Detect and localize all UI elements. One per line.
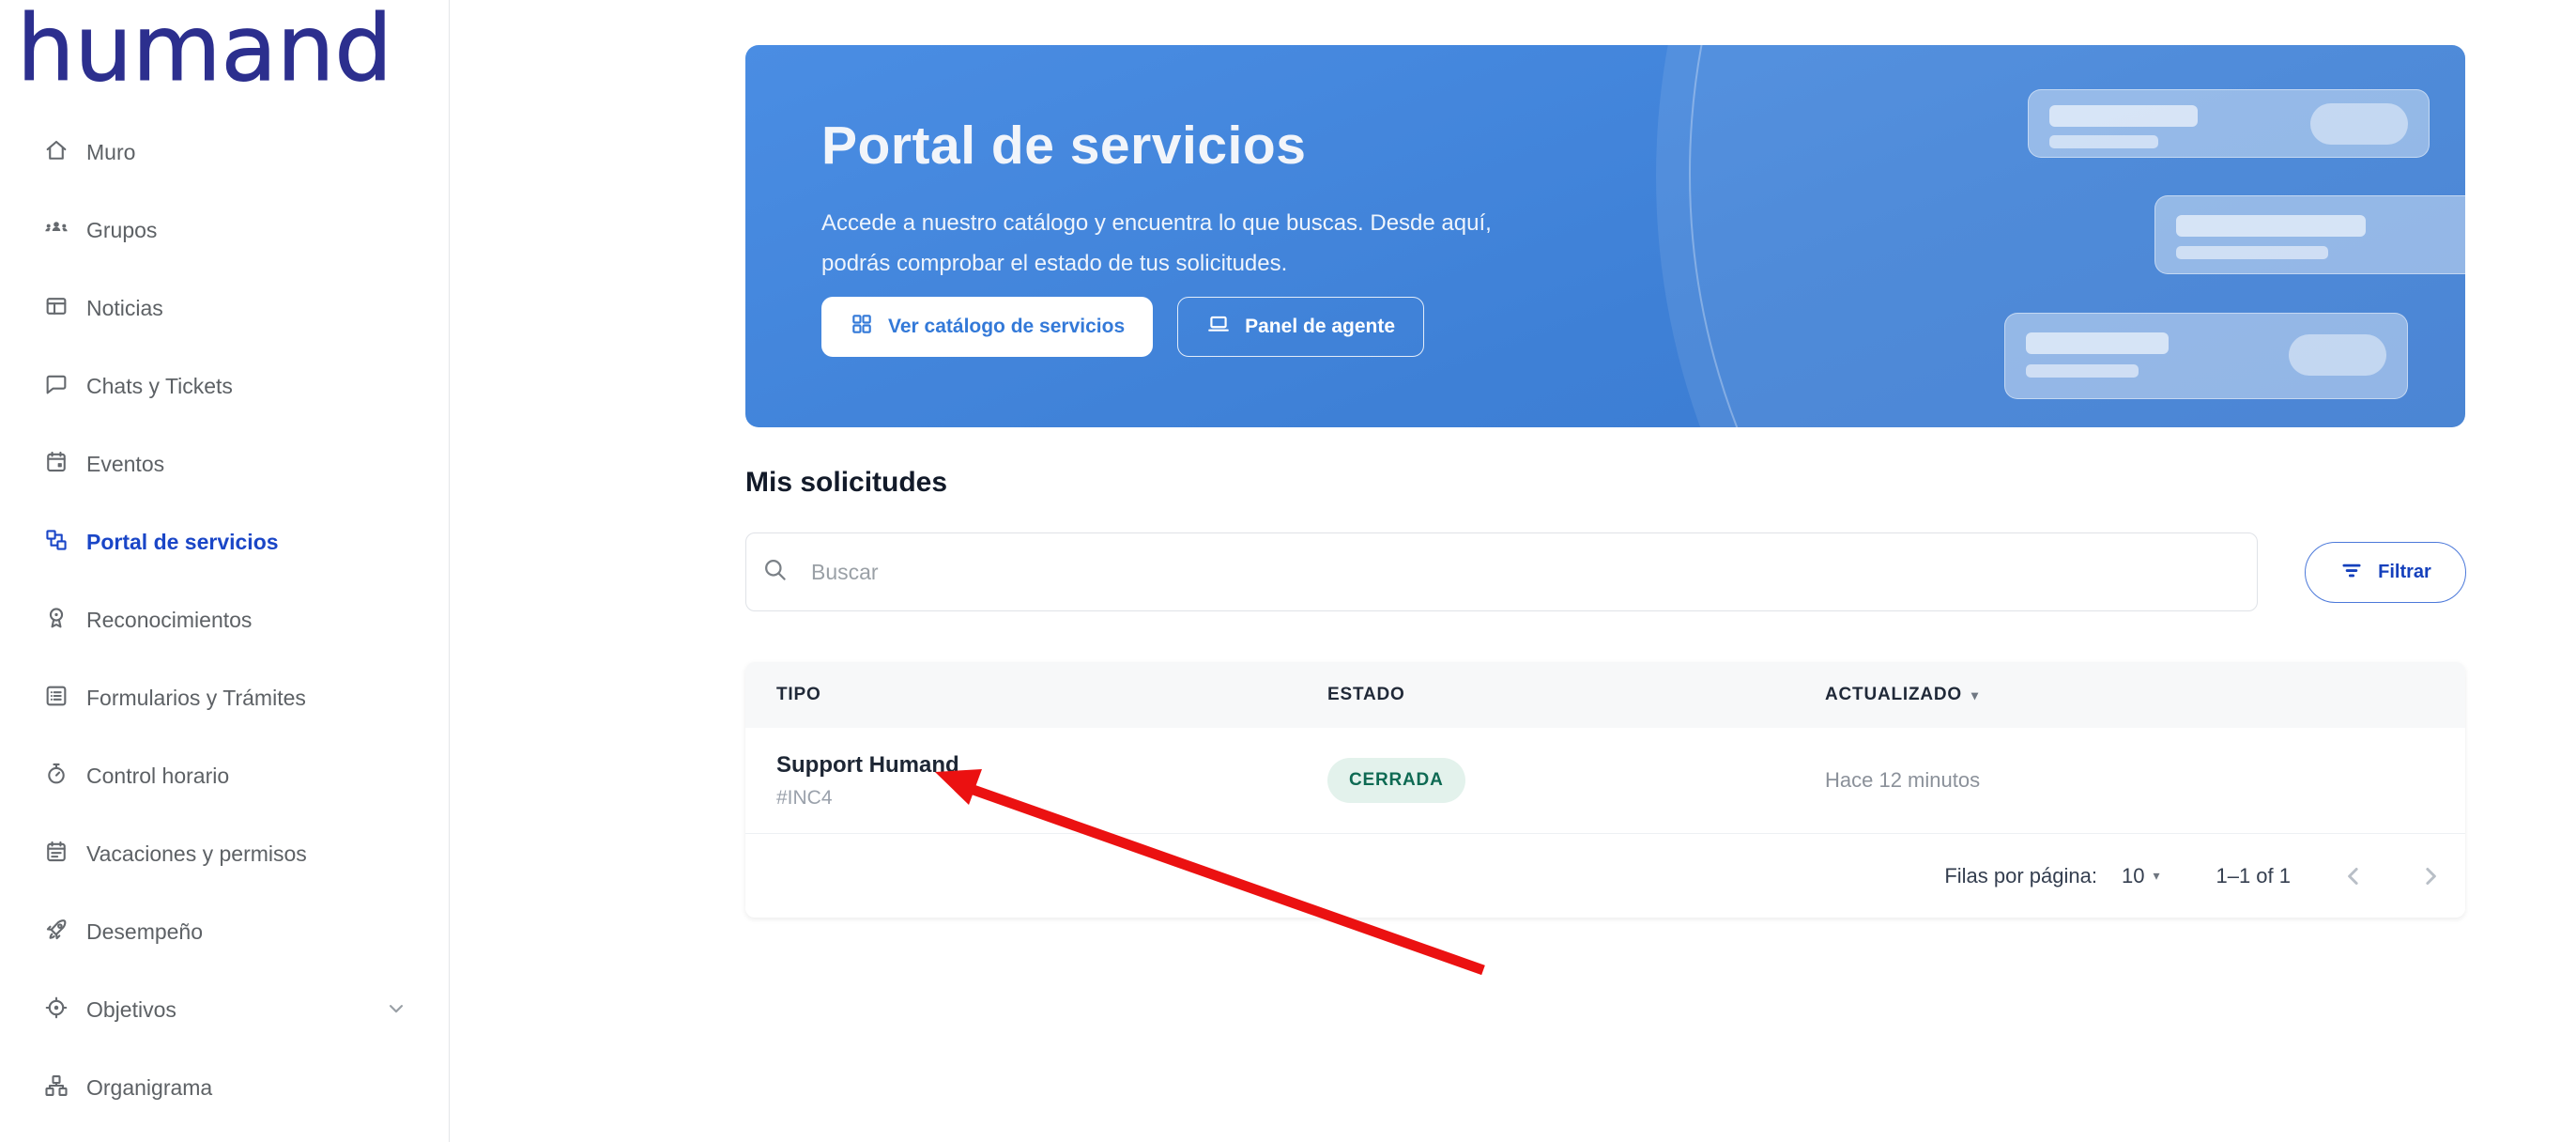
sidebar-item-grupos[interactable]: Grupos — [0, 192, 450, 270]
home-icon — [43, 137, 69, 168]
sidebar-item-formularios-tramites[interactable]: Formularios y Trámites — [0, 659, 450, 737]
search-input[interactable]: Buscar — [745, 532, 2258, 611]
sidebar-item-control-horario[interactable]: Control horario — [0, 737, 450, 815]
laptop-icon — [1206, 312, 1231, 342]
filter-button[interactable]: Filtrar — [2305, 542, 2466, 603]
stopwatch-icon — [43, 761, 69, 792]
banner-subtitle: Accede a nuestro catálogo y encuentra lo… — [821, 203, 1741, 284]
sidebar-item-eventos[interactable]: Eventos — [0, 425, 450, 503]
service-portal-icon — [43, 527, 69, 558]
target-icon — [43, 995, 69, 1026]
form-list-icon — [43, 683, 69, 714]
rows-per-page-label: Filas por página: — [1944, 864, 2097, 888]
dropdown-arrow-icon: ▾ — [2153, 868, 2159, 884]
previous-page-button[interactable] — [2339, 862, 2368, 890]
sidebar-item-objetivos[interactable]: Objetivos — [0, 971, 450, 1049]
chat-icon — [43, 371, 69, 402]
sidebar-nav: Muro Grupos Noticias Chats y Tickets Eve — [0, 114, 450, 1127]
chevron-down-icon[interactable] — [384, 995, 408, 1025]
table-header: TIPO ESTADO ACTUALIZADO ▾ — [745, 662, 2465, 728]
sidebar-item-organigrama[interactable]: Organigrama — [0, 1049, 450, 1127]
banner-skeleton-card — [2154, 195, 2465, 274]
updated-time: Hace 12 minutos — [1825, 768, 1980, 792]
sidebar: humand Muro Grupos Noticias Chats y Tick… — [0, 0, 450, 1142]
view-catalog-button[interactable]: Ver catálogo de servicios — [821, 297, 1153, 357]
agent-panel-button[interactable]: Panel de agente — [1177, 297, 1424, 357]
newspaper-icon — [43, 293, 69, 324]
pagination-range: 1–1 of 1 — [2216, 864, 2291, 888]
sidebar-item-noticias[interactable]: Noticias — [0, 270, 450, 347]
medal-icon — [43, 605, 69, 636]
skeleton-bar — [2176, 215, 2366, 237]
next-page-button[interactable] — [2416, 862, 2445, 890]
sidebar-item-muro[interactable]: Muro — [0, 114, 450, 192]
calendar-lines-icon — [43, 839, 69, 870]
humand-logo: humand — [17, 6, 392, 92]
sidebar-item-vacaciones-permisos[interactable]: Vacaciones y permisos — [0, 815, 450, 893]
status-badge: CERRADA — [1327, 758, 1465, 803]
org-chart-icon — [43, 1073, 69, 1103]
column-header-estado: ESTADO — [1327, 685, 1825, 705]
rows-per-page-select[interactable]: 10 ▾ — [2122, 864, 2160, 888]
skeleton-bar — [2176, 246, 2328, 259]
groups-icon — [43, 215, 69, 246]
banner-title: Portal de servicios — [821, 116, 2465, 175]
sidebar-item-desempeno[interactable]: Desempeño — [0, 893, 450, 971]
rocket-icon — [43, 917, 69, 948]
filter-icon — [2339, 558, 2364, 588]
skeleton-bar — [2026, 364, 2139, 378]
sort-descending-icon[interactable]: ▾ — [1971, 687, 1979, 703]
my-requests-heading: Mis solicitudes — [745, 467, 947, 499]
search-icon — [762, 557, 788, 587]
sidebar-item-reconocimientos[interactable]: Reconocimientos — [0, 581, 450, 659]
request-id: #INC4 — [776, 787, 1327, 810]
column-header-tipo: TIPO — [745, 685, 1327, 705]
sidebar-item-portal-de-servicios[interactable]: Portal de servicios — [0, 503, 450, 581]
request-type: Support Humand — [776, 752, 1327, 779]
table-pagination: Filas por página: 10 ▾ 1–1 of 1 — [745, 834, 2465, 918]
service-portal-banner: Portal de servicios Accede a nuestro cat… — [745, 45, 2465, 427]
sidebar-item-chats-tickets[interactable]: Chats y Tickets — [0, 347, 450, 425]
calendar-event-icon — [43, 449, 69, 480]
grid-icon — [850, 312, 874, 342]
search-placeholder: Buscar — [811, 560, 879, 585]
table-row[interactable]: Support Humand #INC4 CERRADA Hace 12 min… — [745, 728, 2465, 834]
requests-table: TIPO ESTADO ACTUALIZADO ▾ Support Humand… — [745, 662, 2465, 918]
column-header-actualizado[interactable]: ACTUALIZADO ▾ — [1825, 685, 2465, 705]
